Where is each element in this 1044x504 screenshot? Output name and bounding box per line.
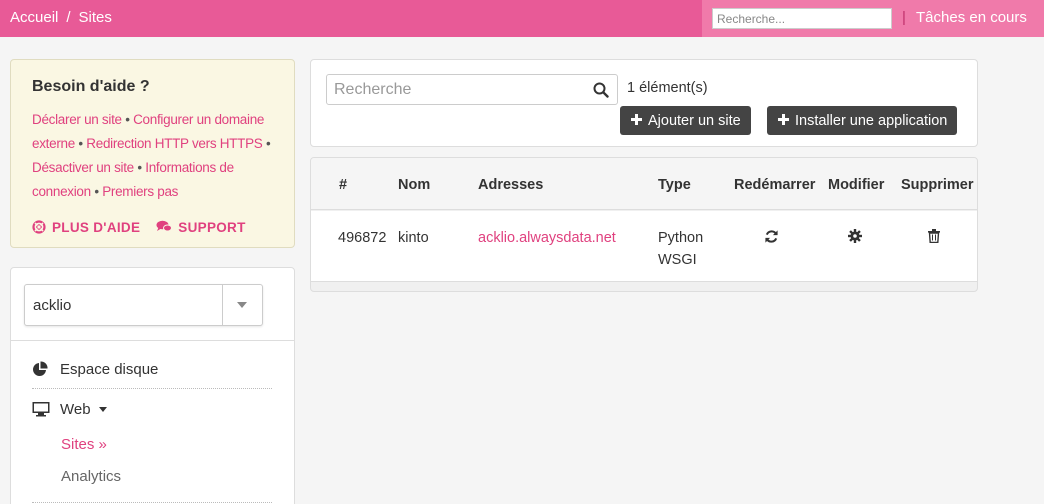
chat-icon — [156, 220, 173, 235]
install-application-button[interactable]: Installer une application — [767, 106, 958, 135]
sidebar-divider — [11, 340, 294, 341]
support-link[interactable]: SUPPORT — [156, 220, 245, 235]
search-box — [326, 74, 618, 105]
help-link-first-steps[interactable]: Premiers pas — [102, 184, 178, 199]
more-help-link[interactable]: PLUS D'AIDE — [32, 220, 140, 235]
sidebar-item-label: Espace disque — [60, 360, 159, 378]
tasks-link[interactable]: Tâches en cours — [916, 9, 1027, 26]
select-divider — [222, 285, 223, 325]
account-select-value: acklio — [33, 297, 72, 314]
chevron-down-icon — [98, 406, 107, 412]
account-select[interactable]: acklio — [24, 284, 263, 326]
help-title: Besoin d'aide ? — [32, 78, 150, 95]
bullet: • — [94, 184, 99, 199]
column-header-delete: Supprimer — [901, 177, 974, 193]
toolbar-panel: 1 élément(s) Ajouter un site Installer u… — [310, 59, 978, 147]
help-box: Besoin d'aide ? Déclarer un site • Confi… — [10, 59, 295, 248]
site-type-line1: Python — [658, 230, 704, 246]
site-type: Python WSGI — [658, 227, 703, 271]
breadcrumb: Accueil / Sites — [10, 9, 112, 26]
nav-divider — [32, 502, 272, 503]
site-name: kinto — [398, 230, 429, 246]
site-address-cell: acklio.alwaysdata.net — [478, 227, 616, 249]
sidebar-item-disk-space[interactable]: Espace disque — [32, 349, 272, 389]
site-id: 496872 — [338, 230, 387, 246]
pie-chart-icon — [32, 361, 60, 377]
search-input[interactable] — [327, 75, 582, 104]
more-help-label: PLUS D'AIDE — [52, 220, 141, 235]
bullet: • — [137, 160, 142, 175]
install-application-label: Installer une application — [795, 112, 948, 129]
site-address-link[interactable]: acklio.alwaysdata.net — [478, 230, 616, 246]
help-link-disable-site[interactable]: Désactiver un site — [32, 160, 134, 175]
add-site-label: Ajouter un site — [648, 112, 741, 129]
top-bar: Accueil / Sites | Tâches en cours — [0, 0, 1044, 37]
top-separator: | — [902, 9, 906, 26]
bullet: • — [265, 136, 271, 151]
help-link-declare-site[interactable]: Déclarer un site — [32, 112, 122, 127]
gear-icon[interactable] — [848, 229, 862, 246]
lifebuoy-icon — [32, 220, 46, 235]
top-bar-right: | Tâches en cours — [702, 0, 1044, 37]
trash-icon[interactable] — [928, 229, 940, 246]
breadcrumb-separator: / — [66, 9, 71, 26]
bullet: • — [125, 112, 130, 127]
column-header-id[interactable]: # — [339, 177, 347, 193]
help-actions: PLUS D'AIDE SUPPORT — [32, 220, 273, 235]
top-search-input[interactable] — [712, 8, 892, 29]
table-header: # Nom Adresses Type Redémarrer Modifier … — [311, 158, 977, 210]
table-row: 496872 kinto acklio.alwaysdata.net Pytho… — [311, 211, 977, 282]
caret-down-icon — [237, 302, 247, 308]
support-label: SUPPORT — [178, 220, 246, 235]
plus-icon — [778, 112, 789, 129]
sidebar-subitem-analytics[interactable]: Analytics — [61, 468, 121, 485]
breadcrumb-current: Sites — [78, 9, 112, 26]
sites-table: # Nom Adresses Type Redémarrer Modifier … — [310, 157, 978, 292]
site-type-line2: WSGI — [658, 252, 697, 268]
sidebar-item-label: Web — [60, 400, 91, 418]
add-site-button[interactable]: Ajouter un site — [620, 106, 751, 135]
help-links: Déclarer un site • Configurer un domaine… — [32, 108, 273, 204]
restart-icon[interactable] — [764, 229, 779, 247]
column-header-addresses[interactable]: Adresses — [478, 177, 543, 193]
search-icon[interactable] — [593, 82, 609, 101]
breadcrumb-home-link[interactable]: Accueil — [10, 9, 58, 26]
column-header-edit: Modifier — [828, 177, 885, 193]
plus-icon — [631, 112, 642, 129]
column-header-name[interactable]: Nom — [398, 177, 430, 193]
sidebar: acklio Espace disque Web Sites » Analyti… — [10, 267, 295, 504]
monitor-icon — [32, 401, 60, 417]
help-link-https-redirect[interactable]: Redirection HTTP vers HTTPS — [86, 136, 263, 151]
sidebar-subitem-sites[interactable]: Sites » — [61, 436, 107, 453]
bullet: • — [78, 136, 83, 151]
results-count: 1 élément(s) — [627, 80, 708, 96]
column-header-type[interactable]: Type — [658, 177, 691, 193]
sidebar-item-web[interactable]: Web — [32, 389, 272, 429]
column-header-restart: Redémarrer — [734, 177, 816, 193]
